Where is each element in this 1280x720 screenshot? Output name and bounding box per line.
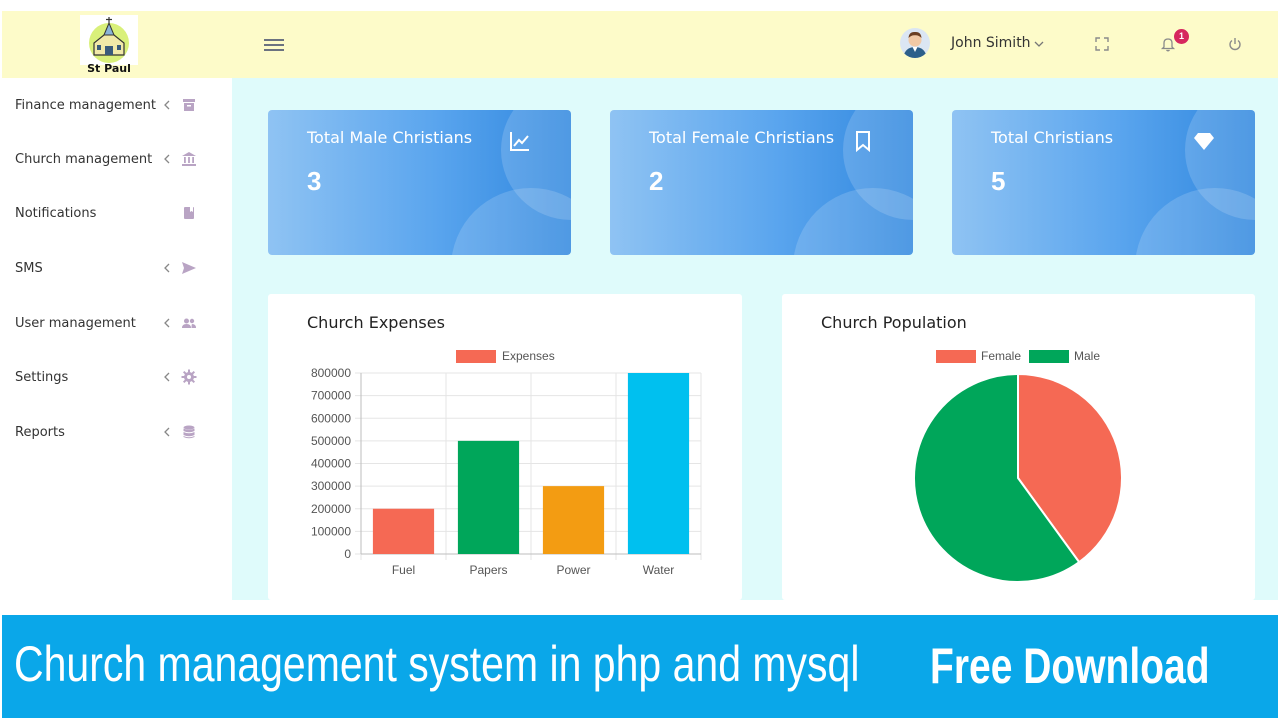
bookmark-icon <box>856 131 870 152</box>
chevron-left-icon <box>164 372 170 382</box>
stat-title: Total Female Christians <box>649 128 835 147</box>
sidebar-item-settings[interactable]: Settings <box>0 354 232 394</box>
legend-label: Expenses <box>502 349 555 363</box>
chevron-left-icon <box>164 154 170 164</box>
fullscreen-icon[interactable] <box>1094 36 1110 52</box>
y-tick-label: 600000 <box>311 411 351 425</box>
bar-power <box>542 486 605 554</box>
notification-badge: 1 <box>1174 29 1189 44</box>
chevron-left-icon <box>164 427 170 437</box>
sidebar-item-label: Church management <box>15 152 153 167</box>
avatar[interactable] <box>900 28 930 58</box>
stat-title: Total Male Christians <box>307 128 473 147</box>
population-pie-chart: Female Male <box>913 349 1123 583</box>
x-tick-label: Papers <box>469 563 507 577</box>
chevron-left-icon <box>164 263 170 273</box>
stat-card-male[interactable]: Total Male Christians 3 <box>268 110 571 255</box>
x-tick-label: Fuel <box>392 563 415 577</box>
user-name[interactable]: John Simith <box>951 35 1031 51</box>
legend-swatch <box>456 350 496 363</box>
bookmark-icon <box>184 207 194 219</box>
users-icon <box>182 318 196 328</box>
diamond-icon <box>1194 133 1214 150</box>
sidebar-item-notifications[interactable]: Notifications <box>0 190 232 230</box>
logo-text: St Paul <box>87 62 131 75</box>
bar-papers <box>457 440 520 554</box>
send-icon <box>182 262 196 274</box>
church-expenses-card: Church Expenses Expenses 0 100000 200000 300… <box>268 294 742 600</box>
legend-label: Male <box>1074 349 1100 363</box>
sidebar-item-label: User management <box>15 316 136 331</box>
church-logo-icon <box>80 15 138 65</box>
power-icon[interactable] <box>1227 36 1243 52</box>
sidebar-item-reports[interactable]: Reports <box>0 409 232 449</box>
top-header: St Paul John Simith 1 <box>2 11 1278 78</box>
stat-value: 3 <box>307 166 322 196</box>
x-tick-label: Water <box>643 563 675 577</box>
banner-title: Church management system in php and mysq… <box>14 636 860 692</box>
church-logo[interactable]: St Paul <box>80 15 138 77</box>
y-tick-label: 100000 <box>311 524 351 538</box>
sidebar-item-label: Reports <box>15 425 65 440</box>
sidebar-item-label: Finance management <box>15 98 156 113</box>
sidebar: Finance management Church management Not… <box>0 78 232 600</box>
sidebar-item-church[interactable]: Church management <box>0 136 232 176</box>
stat-value: 2 <box>649 166 664 196</box>
stat-title: Total Christians <box>991 128 1114 147</box>
y-tick-label: 700000 <box>311 389 351 403</box>
stat-card-total[interactable]: Total Christians 5 <box>952 110 1255 255</box>
sidebar-item-sms[interactable]: SMS <box>0 245 232 285</box>
bar-water <box>627 373 690 554</box>
legend-swatch <box>1029 350 1069 363</box>
bar-fuel <box>372 508 435 554</box>
menu-icon[interactable] <box>264 39 284 53</box>
app-frame: St Paul John Simith 1 Finance management… <box>0 0 1280 720</box>
chevron-left-icon <box>164 318 170 328</box>
expenses-bar-chart: Expenses 0 100000 200000 300000 400000 500000 6… <box>311 349 702 577</box>
sidebar-item-users[interactable]: User management <box>0 300 232 340</box>
sidebar-item-label: SMS <box>15 261 43 276</box>
y-tick-label: 800000 <box>311 366 351 380</box>
y-tick-label: 400000 <box>311 457 351 471</box>
chart-line-icon <box>510 132 529 151</box>
banner-download-text: Free Download <box>930 638 1210 694</box>
sidebar-item-label: Notifications <box>15 206 97 221</box>
y-tick-label: 500000 <box>311 434 351 448</box>
x-tick-label: Power <box>556 563 590 577</box>
legend-label: Female <box>981 349 1021 363</box>
legend-swatch <box>936 350 976 363</box>
promo-banner: Church management system in php and mysq… <box>2 615 1278 718</box>
stat-card-female[interactable]: Total Female Christians 2 <box>610 110 913 255</box>
stat-value: 5 <box>991 166 1006 196</box>
chevron-down-icon[interactable] <box>1033 38 1045 50</box>
sidebar-item-label: Settings <box>15 370 69 385</box>
y-tick-label: 300000 <box>311 479 351 493</box>
chevron-left-icon <box>164 100 170 110</box>
archive-icon <box>183 99 195 111</box>
y-tick-label: 200000 <box>311 502 351 516</box>
bank-icon <box>182 152 196 166</box>
sidebar-item-finance[interactable]: Finance management <box>0 82 232 122</box>
database-icon <box>183 425 195 439</box>
church-population-card: Church Population Female Male <box>782 294 1255 600</box>
y-tick-label: 0 <box>344 547 351 561</box>
gear-icon <box>181 369 197 385</box>
